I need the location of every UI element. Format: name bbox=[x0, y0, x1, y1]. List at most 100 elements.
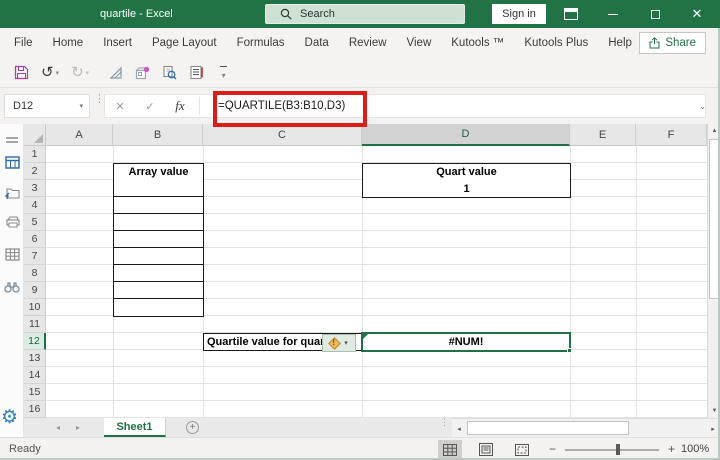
sidebar-columns-button[interactable] bbox=[0, 248, 24, 266]
print-preview-button[interactable] bbox=[158, 63, 181, 82]
error-checking-button[interactable]: ! ▾ bbox=[322, 334, 356, 352]
notes-button[interactable] bbox=[185, 63, 208, 82]
normal-view-button[interactable] bbox=[438, 440, 462, 459]
name-box[interactable]: D12 ▾ bbox=[4, 94, 90, 118]
sidebar-find-button[interactable] bbox=[0, 280, 24, 298]
row-header-8[interactable]: 8 bbox=[24, 265, 46, 282]
status-bar: Ready − + 100% bbox=[0, 437, 720, 460]
scroll-left-button[interactable]: ◂ bbox=[452, 419, 466, 438]
cancel-button[interactable]: ✕ bbox=[105, 100, 135, 113]
search-box[interactable]: Search bbox=[265, 4, 465, 24]
zoom-slider-thumb[interactable] bbox=[616, 444, 620, 455]
row-header-1[interactable]: 1 bbox=[24, 146, 46, 163]
zoom-slider-track[interactable] bbox=[565, 449, 659, 451]
tab-home[interactable]: Home bbox=[43, 28, 94, 58]
sidebar-menu-button[interactable] bbox=[0, 132, 24, 150]
tab-scrollbar-splitter[interactable]: ⋮ bbox=[440, 418, 449, 427]
ribbon-display-options-button[interactable] bbox=[556, 0, 586, 28]
zoom-level[interactable]: 100% bbox=[681, 443, 709, 455]
cell-b2[interactable]: Array value bbox=[113, 163, 204, 181]
folder-flash-icon bbox=[4, 188, 20, 200]
cell-b10[interactable] bbox=[114, 299, 203, 316]
column-header-a[interactable]: A bbox=[46, 124, 113, 146]
expand-formula-bar-icon[interactable]: ⌄ bbox=[699, 102, 706, 111]
row-header-14[interactable]: 14 bbox=[24, 367, 46, 384]
horizontal-scroll-thumb[interactable] bbox=[467, 421, 629, 435]
cell-b9[interactable] bbox=[114, 282, 203, 299]
sign-in-button[interactable]: Sign in bbox=[492, 4, 546, 24]
cell-d3[interactable]: 1 bbox=[362, 180, 571, 198]
new-sheet-button[interactable]: + bbox=[186, 421, 199, 434]
column-header-b[interactable]: B bbox=[113, 124, 203, 146]
customize-qat-button[interactable]: ▾ bbox=[216, 64, 231, 82]
row-header-9[interactable]: 9 bbox=[24, 282, 46, 299]
row-header-10[interactable]: 10 bbox=[24, 299, 46, 316]
package-button[interactable] bbox=[131, 64, 154, 82]
cell-b8[interactable] bbox=[114, 265, 203, 282]
name-box-value: D12 bbox=[13, 100, 34, 112]
close-button[interactable]: ✕ bbox=[682, 0, 712, 28]
tab-file[interactable]: File bbox=[4, 28, 43, 58]
row-header-11[interactable]: 11 bbox=[24, 316, 46, 333]
cell-b4[interactable] bbox=[114, 197, 203, 214]
row-header-13[interactable]: 13 bbox=[24, 350, 46, 367]
binoculars-icon bbox=[4, 282, 20, 293]
row-header-4[interactable]: 4 bbox=[24, 197, 46, 214]
tab-view[interactable]: View bbox=[397, 28, 442, 58]
page-layout-view-button[interactable] bbox=[474, 440, 498, 459]
tab-help[interactable]: Help bbox=[598, 28, 642, 58]
row-header-12[interactable]: 12 bbox=[24, 333, 46, 350]
enter-button[interactable]: ✓ bbox=[135, 100, 165, 113]
next-sheet-button[interactable]: ▸ bbox=[68, 418, 88, 437]
tab-data[interactable]: Data bbox=[295, 28, 339, 58]
zoom-out-button[interactable]: − bbox=[549, 442, 556, 456]
zoom-in-button[interactable]: + bbox=[668, 442, 675, 456]
row-header-2[interactable]: 2 bbox=[24, 163, 46, 180]
redo-button[interactable]: ↻ ▾ bbox=[67, 64, 93, 82]
column-header-e[interactable]: E bbox=[570, 124, 636, 146]
save-button[interactable] bbox=[10, 63, 33, 82]
page-break-preview-button[interactable] bbox=[510, 440, 534, 459]
cell-b7[interactable] bbox=[114, 248, 203, 265]
row-header-6[interactable]: 6 bbox=[24, 231, 46, 248]
column-headers: A B C D E F bbox=[46, 124, 707, 146]
row-header-5[interactable]: 5 bbox=[24, 214, 46, 231]
row-header-3[interactable]: 3 bbox=[24, 180, 46, 197]
table-grid-icon bbox=[4, 248, 20, 261]
cell-d12-value: #NUM! bbox=[448, 336, 484, 348]
sidebar-settings-button[interactable]: ⚙ bbox=[1, 406, 18, 429]
column-header-f[interactable]: F bbox=[636, 124, 707, 146]
row-header-16[interactable]: 16 bbox=[24, 401, 46, 418]
minimize-button[interactable] bbox=[598, 0, 628, 28]
insert-function-button[interactable]: fx bbox=[165, 98, 195, 114]
maximize-button[interactable] bbox=[640, 0, 670, 28]
cell-d12-selected[interactable]: #NUM! bbox=[361, 332, 572, 353]
cell-b6[interactable] bbox=[114, 231, 203, 248]
sidebar-autotext-button[interactable] bbox=[0, 186, 24, 204]
undo-button[interactable]: ↺ ▾ bbox=[37, 64, 63, 82]
previous-sheet-button[interactable]: ◂ bbox=[48, 418, 68, 437]
tab-kutools-plus[interactable]: Kutools Plus bbox=[514, 28, 598, 58]
horizontal-scrollbar[interactable]: ◂ ▸ bbox=[452, 418, 720, 437]
array-input-cells-b3-b10[interactable] bbox=[113, 180, 204, 317]
cell-b5[interactable] bbox=[114, 214, 203, 231]
sidebar-workbook-button[interactable] bbox=[0, 156, 24, 174]
tab-review[interactable]: Review bbox=[339, 28, 397, 58]
tab-insert[interactable]: Insert bbox=[93, 28, 142, 58]
sidebar-printer-button[interactable] bbox=[0, 215, 24, 233]
row-header-7[interactable]: 7 bbox=[24, 248, 46, 265]
fill-handle[interactable] bbox=[567, 348, 572, 353]
column-header-d[interactable]: D bbox=[362, 124, 570, 146]
select-all-button[interactable] bbox=[24, 124, 46, 146]
tab-formulas[interactable]: Formulas bbox=[227, 28, 295, 58]
share-button[interactable]: Share bbox=[639, 32, 706, 54]
cell-b3[interactable] bbox=[114, 180, 203, 197]
cell-d2[interactable]: Quart value bbox=[362, 163, 571, 181]
tab-page-layout[interactable]: Page Layout bbox=[142, 28, 227, 58]
column-header-c[interactable]: C bbox=[203, 124, 362, 146]
draft-view-button[interactable] bbox=[105, 64, 127, 82]
formula-input[interactable]: =QUARTILE(B3:B10,D3) bbox=[204, 100, 345, 112]
sheet-tab-sheet1[interactable]: Sheet1 bbox=[104, 418, 166, 437]
row-header-15[interactable]: 15 bbox=[24, 384, 46, 401]
tab-kutools[interactable]: Kutools ™ bbox=[441, 28, 514, 58]
